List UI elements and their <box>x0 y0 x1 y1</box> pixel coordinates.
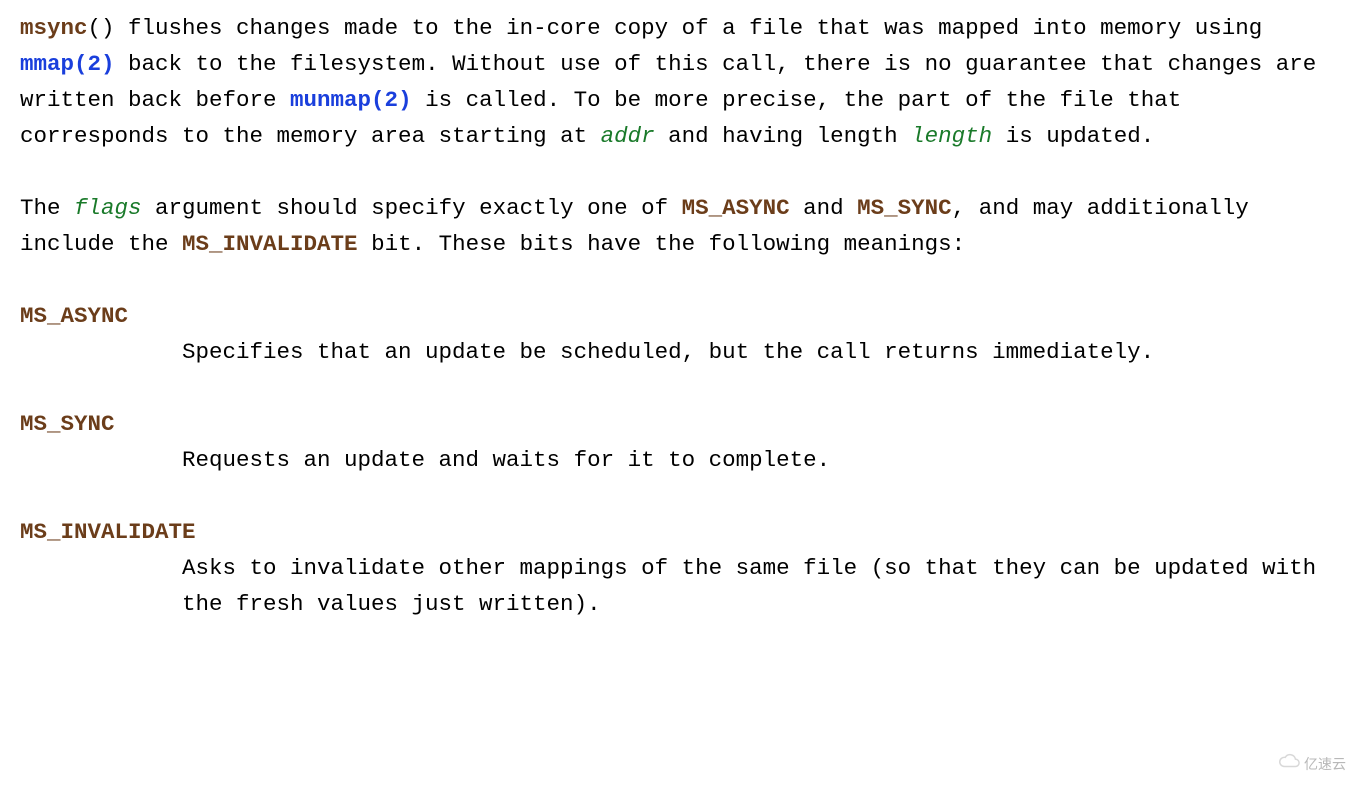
watermark: 亿速云 <box>1278 750 1346 778</box>
text-segment: and <box>790 195 858 221</box>
param-flags: flags <box>74 195 142 221</box>
text-segment: bit. These bits have the following meani… <box>358 231 966 257</box>
flag-term: MS_INVALIDATE <box>20 514 1338 550</box>
flag-definition: Asks to invalidate other mappings of the… <box>20 550 1338 622</box>
description-paragraph-2: The flags argument should specify exactl… <box>20 190 1338 262</box>
cloud-icon <box>1278 750 1300 778</box>
flag-entry-ms-sync: MS_SYNC Requests an update and waits for… <box>20 406 1338 478</box>
const-ms-invalidate: MS_INVALIDATE <box>182 231 358 257</box>
text-segment: () flushes changes made to the in-core c… <box>88 15 1263 41</box>
flag-term: MS_SYNC <box>20 406 1338 442</box>
flag-term: MS_ASYNC <box>20 298 1338 334</box>
flag-definition: Requests an update and waits for it to c… <box>20 442 1338 478</box>
flag-definition: Specifies that an update be scheduled, b… <box>20 334 1338 370</box>
watermark-text: 亿速云 <box>1304 753 1346 775</box>
link-mmap[interactable]: mmap(2) <box>20 51 115 77</box>
description-paragraph-1: msync() flushes changes made to the in-c… <box>20 10 1338 154</box>
param-length: length <box>911 123 992 149</box>
const-ms-async: MS_ASYNC <box>682 195 790 221</box>
manpage-content: msync() flushes changes made to the in-c… <box>20 10 1338 622</box>
param-addr: addr <box>601 123 655 149</box>
text-segment: The <box>20 195 74 221</box>
text-segment: argument should specify exactly one of <box>142 195 682 221</box>
text-segment: and having length <box>655 123 912 149</box>
flag-entry-ms-invalidate: MS_INVALIDATE Asks to invalidate other m… <box>20 514 1338 622</box>
flag-entry-ms-async: MS_ASYNC Specifies that an update be sch… <box>20 298 1338 370</box>
link-munmap[interactable]: munmap(2) <box>290 87 412 113</box>
const-ms-sync: MS_SYNC <box>857 195 952 221</box>
text-segment: is updated. <box>992 123 1154 149</box>
function-name: msync <box>20 15 88 41</box>
